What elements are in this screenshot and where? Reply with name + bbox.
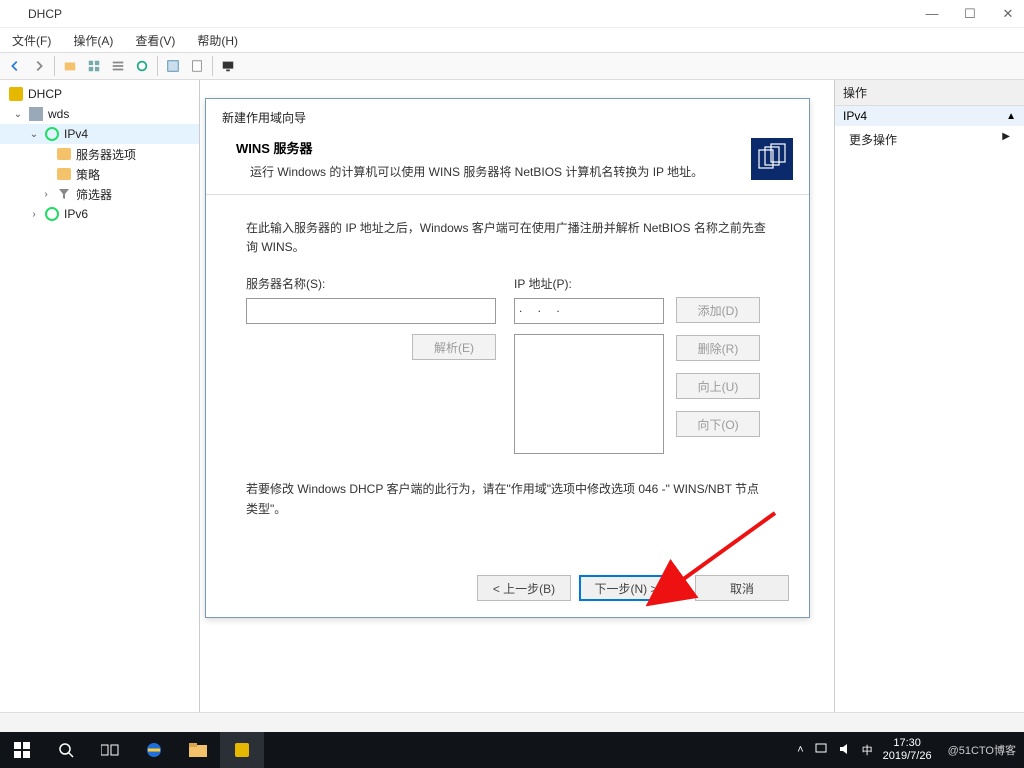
- action-more[interactable]: 更多操作 ▶: [835, 126, 1024, 153]
- toolbar-separator: [54, 56, 55, 76]
- wizard-subheading: 运行 Windows 的计算机可以使用 WINS 服务器将 NetBIOS 计算…: [236, 163, 751, 180]
- wizard-note: 若要修改 Windows DHCP 客户端的此行为，请在"作用域"选项中修改选项…: [246, 480, 769, 518]
- tray-network-icon[interactable]: [814, 742, 828, 759]
- refresh-button[interactable]: [131, 55, 153, 77]
- watermark: @51CTO博客: [948, 742, 1016, 758]
- tray-chevron-icon[interactable]: ˄: [797, 744, 803, 756]
- move-up-button[interactable]: 向上(U): [676, 373, 760, 399]
- resolve-button[interactable]: 解析(E): [412, 334, 496, 360]
- server-name-label: 服务器名称(S):: [246, 275, 496, 292]
- filter-icon: [56, 186, 72, 202]
- tree-root[interactable]: DHCP: [0, 84, 199, 104]
- remove-button[interactable]: 删除(R): [676, 335, 760, 361]
- wizard-description: 在此输入服务器的 IP 地址之后，Windows 客户端可在使用广播注册并解析 …: [246, 219, 769, 257]
- taskview-button[interactable]: [88, 732, 132, 768]
- chevron-right-icon: ▶: [1002, 131, 1010, 142]
- cancel-button[interactable]: 取消: [695, 575, 789, 601]
- folder-icon: [56, 146, 72, 162]
- menu-action[interactable]: 操作(A): [67, 30, 119, 51]
- new-scope-wizard: 新建作用域向导 WINS 服务器 运行 Windows 的计算机可以使用 WIN…: [205, 98, 810, 618]
- wizard-body: 在此输入服务器的 IP 地址之后，Windows 客户端可在使用广播注册并解析 …: [206, 195, 809, 529]
- wizard-title: 新建作用域向导: [206, 99, 809, 132]
- add-button[interactable]: 添加(D): [676, 297, 760, 323]
- search-button[interactable]: [44, 732, 88, 768]
- back-button[interactable]: < 上一步(B): [477, 575, 571, 601]
- ip-address-label: IP 地址(P):: [514, 275, 664, 292]
- minimize-button[interactable]: —: [922, 6, 942, 22]
- wizard-heading: WINS 服务器: [236, 138, 751, 157]
- server-name-input[interactable]: [246, 298, 496, 324]
- expand-toggle[interactable]: ⌄: [12, 109, 24, 120]
- tree-server-options[interactable]: 服务器选项: [0, 144, 199, 164]
- list-button[interactable]: [107, 55, 129, 77]
- close-button[interactable]: ✕: [998, 6, 1018, 22]
- app-icon: [6, 6, 22, 22]
- maximize-button[interactable]: ☐: [960, 6, 980, 22]
- collapse-icon: ▲: [1006, 111, 1016, 122]
- expand-toggle[interactable]: ›: [28, 209, 40, 220]
- ipv6-icon: [44, 206, 60, 222]
- ipv4-icon: [44, 126, 60, 142]
- ip-listbox[interactable]: [514, 334, 664, 454]
- tray-sound-icon[interactable]: [838, 742, 852, 759]
- tree-policy[interactable]: 策略: [0, 164, 199, 184]
- tree-panel: DHCP ⌄ wds ⌄ IPv4 服务器选项 策略 › 筛选器 › IPv: [0, 80, 200, 712]
- wizard-footer: < 上一步(B) 下一步(N) > 取消: [477, 575, 789, 601]
- tree-ipv4[interactable]: ⌄ IPv4: [0, 124, 199, 144]
- grid-button[interactable]: [83, 55, 105, 77]
- monitor-button[interactable]: [217, 55, 239, 77]
- titlebar: DHCP — ☐ ✕: [0, 0, 1024, 28]
- taskbar: ˄ 中 17:30 2019/7/26 @51CTO博客: [0, 732, 1024, 768]
- ie-icon[interactable]: [132, 732, 176, 768]
- ime-indicator[interactable]: 中: [862, 742, 873, 758]
- dhcp-icon: [8, 86, 24, 102]
- tree-ipv6[interactable]: › IPv6: [0, 204, 199, 224]
- explorer-icon[interactable]: [176, 732, 220, 768]
- expand-toggle[interactable]: ›: [40, 189, 52, 200]
- toolbar-separator: [212, 56, 213, 76]
- system-tray: ˄ 中 17:30 2019/7/26 @51CTO博客: [789, 737, 1024, 763]
- toolbar-separator: [157, 56, 158, 76]
- tree-server[interactable]: ⌄ wds: [0, 104, 199, 124]
- toolbar: [0, 52, 1024, 80]
- expand-toggle[interactable]: ⌄: [28, 129, 40, 140]
- menubar: 文件(F) 操作(A) 查看(V) 帮助(H): [0, 28, 1024, 52]
- actions-header: 操作: [835, 80, 1024, 106]
- actions-panel: 操作 IPv4 ▲ 更多操作 ▶: [834, 80, 1024, 712]
- dhcp-task-icon[interactable]: [220, 732, 264, 768]
- forward-button[interactable]: [28, 55, 50, 77]
- properties-button[interactable]: [186, 55, 208, 77]
- folder-icon: [56, 166, 72, 182]
- wizard-header: WINS 服务器 运行 Windows 的计算机可以使用 WINS 服务器将 N…: [206, 132, 809, 195]
- server-icon: [28, 106, 44, 122]
- actions-section-ipv4[interactable]: IPv4 ▲: [835, 106, 1024, 126]
- help-button[interactable]: [162, 55, 184, 77]
- up-button[interactable]: [59, 55, 81, 77]
- menu-file[interactable]: 文件(F): [6, 30, 57, 51]
- start-button[interactable]: [0, 732, 44, 768]
- move-down-button[interactable]: 向下(O): [676, 411, 760, 437]
- ip-address-input[interactable]: . . .: [514, 298, 664, 324]
- menu-help[interactable]: 帮助(H): [191, 30, 244, 51]
- back-button[interactable]: [4, 55, 26, 77]
- app-title: DHCP: [28, 7, 922, 21]
- clock[interactable]: 17:30 2019/7/26: [883, 737, 932, 763]
- next-button[interactable]: 下一步(N) >: [579, 575, 673, 601]
- tree-filter[interactable]: › 筛选器: [0, 184, 199, 204]
- menu-view[interactable]: 查看(V): [129, 30, 181, 51]
- window-controls: — ☐ ✕: [922, 6, 1018, 22]
- wizard-icon: [751, 138, 793, 180]
- statusbar: [0, 712, 1024, 732]
